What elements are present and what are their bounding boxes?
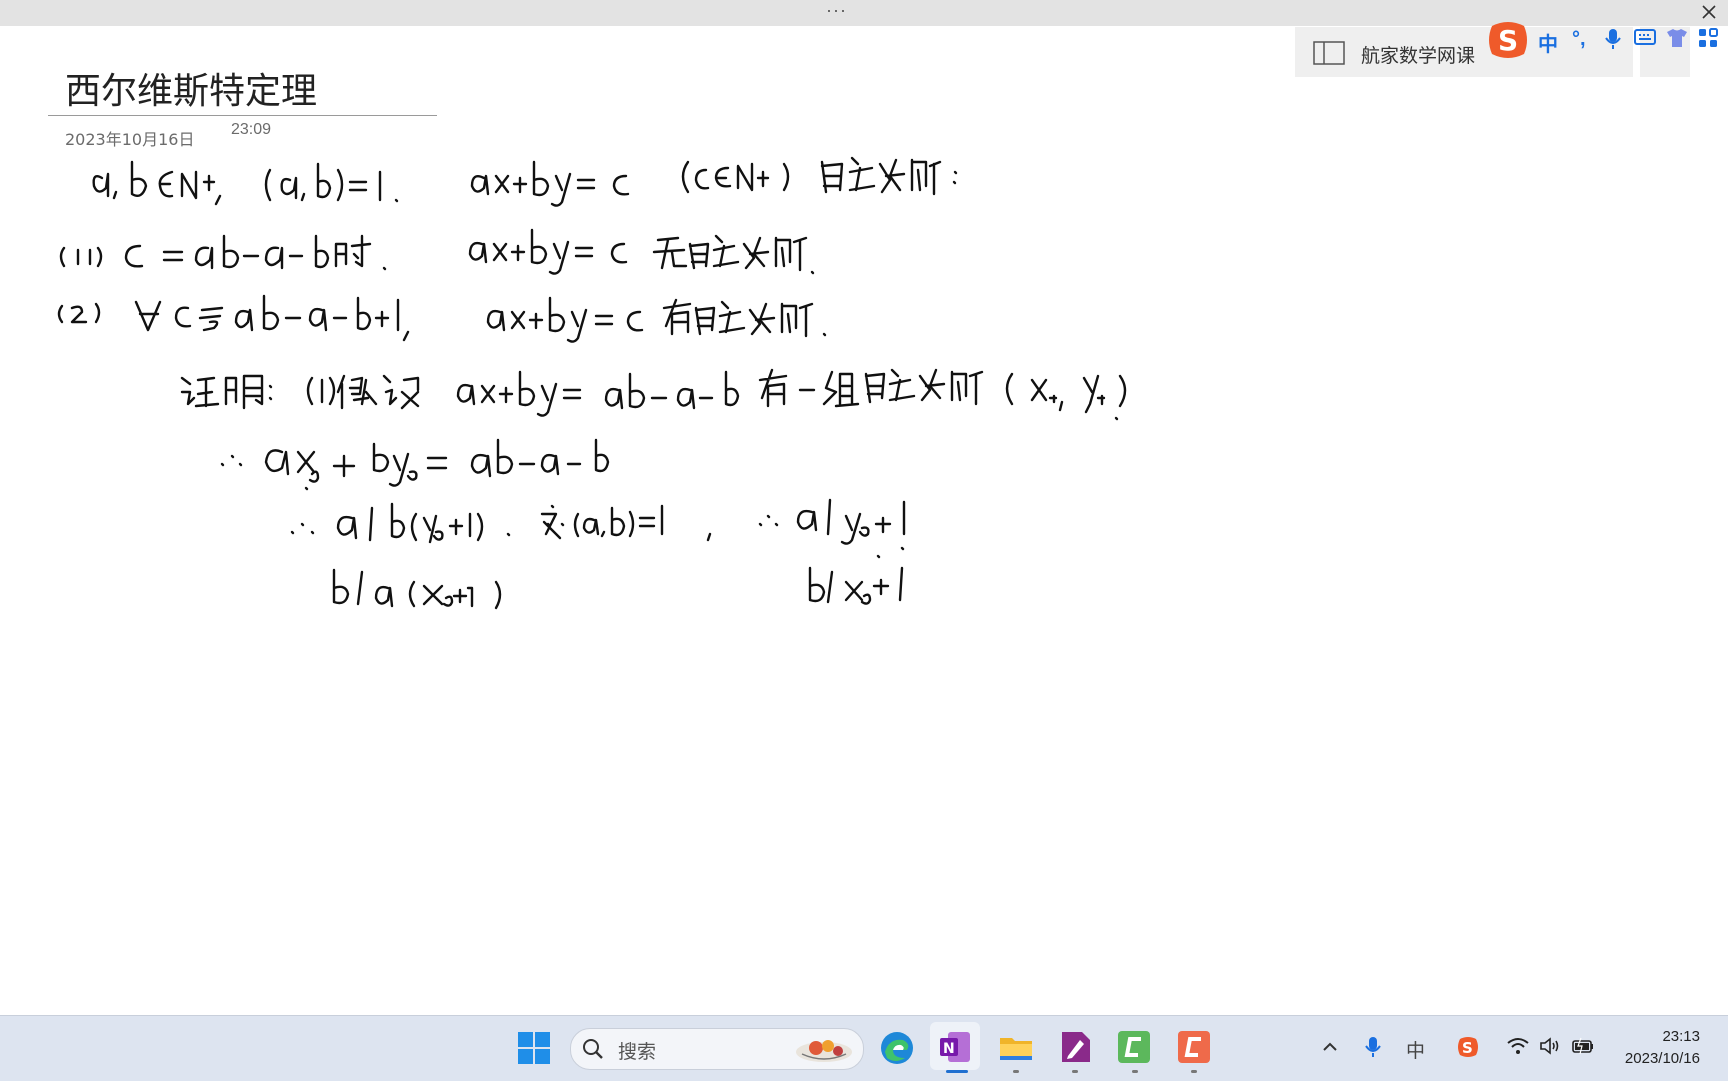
green-app-indicator [1132,1070,1138,1073]
onenote-active-indicator [946,1070,968,1073]
file-explorer-indicator [1013,1070,1019,1073]
edge-browser-icon[interactable] [879,1030,915,1071]
clock-date[interactable]: 2023/10/16 [1610,1050,1700,1067]
search-icon [582,1038,604,1065]
volume-icon[interactable] [1539,1036,1561,1061]
ink-line-5 [220,438,610,491]
battery-icon[interactable] [1571,1037,1595,1060]
show-hidden-icons-chevron-up-icon[interactable] [1321,1038,1339,1061]
input-method-indicator[interactable]: 中 [1406,1036,1425,1063]
handwriting-canvas[interactable] [0,0,1728,1015]
microphone-icon[interactable] [1364,1036,1382,1063]
ink-line-7 [332,566,904,610]
ink-line-1 [92,160,399,206]
clock-time[interactable]: 23:13 [1640,1028,1700,1045]
green-app-icon[interactable] [1117,1030,1151,1069]
ink-line-6 [290,498,906,559]
drawing-app-indicator [1072,1070,1078,1073]
orange-app-icon[interactable] [1177,1030,1211,1069]
start-button-icon[interactable] [517,1031,551,1070]
orange-app-indicator [1191,1070,1197,1073]
svg-text:S: S [1462,1039,1473,1057]
ink-line-3 [57,294,827,343]
search-highlight-icon[interactable] [794,1034,854,1069]
wifi-icon[interactable] [1507,1036,1529,1061]
file-explorer-icon[interactable] [998,1032,1034,1069]
onenote-icon[interactable]: N [938,1030,972,1069]
svg-text:N: N [943,1041,955,1057]
ink-line-1-eq [470,156,958,207]
search-placeholder[interactable]: 搜索 [618,1037,656,1064]
sogou-ime-icon[interactable]: S [1456,1035,1480,1064]
ink-line-2 [59,228,815,275]
drawing-app-icon[interactable] [1058,1030,1092,1069]
ink-line-4 [180,368,1127,421]
